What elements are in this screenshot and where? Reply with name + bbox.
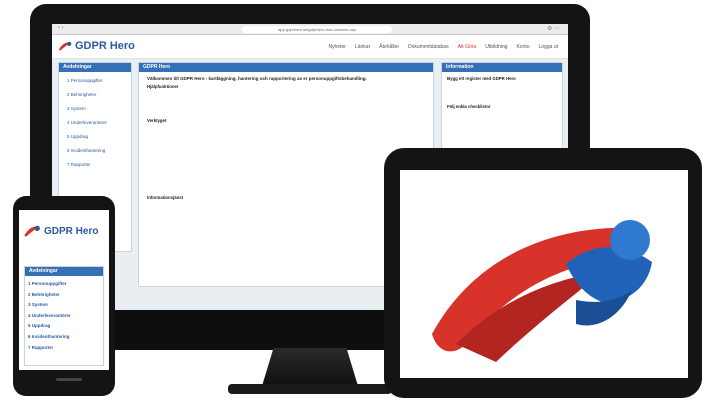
nav-dokumentdatabas[interactable]: Dokumentdatabas <box>408 44 449 50</box>
phone-screen: GDPR Hero Avdelningar 1 Personuppgifter … <box>19 210 109 370</box>
phone-logo-text: GDPR Hero <box>44 225 99 237</box>
info-block-text <box>447 118 557 123</box>
info-block-text <box>447 89 557 94</box>
hero-logo-icon <box>24 225 40 237</box>
address-bar[interactable]: app.gdprhero.se/gdprhero-hos-vardarm.asp <box>242 26 392 33</box>
body-text <box>147 143 425 148</box>
tablet-screen <box>400 170 688 378</box>
body-text <box>147 131 425 136</box>
phone-item-underleverantorer[interactable]: 4 Underleverantörer <box>28 311 103 322</box>
body-text <box>147 103 425 108</box>
phone-item-uppdrag[interactable]: 5 Uppdrag <box>28 321 103 332</box>
departments-panel-title: Avdelningar <box>59 63 131 72</box>
section-heading-tool: Verktyget <box>147 117 167 123</box>
phone-item-rapporter[interactable]: 7 Rapporter <box>28 343 103 354</box>
body-text <box>147 137 425 142</box>
body-text <box>147 91 425 96</box>
info-block-text <box>447 82 557 87</box>
device-mockup-stage: ‹ › app.gdprhero.se/gdprhero-hos-vardarm… <box>0 0 705 400</box>
welcome-title: Välkommen till GDPR Hero - kartläggning,… <box>147 76 367 81</box>
phone-item-personuppgifter[interactable]: 1 Personuppgifter <box>28 279 103 290</box>
body-text <box>147 150 425 155</box>
phone-item-behorigheter[interactable]: 2 Behörigheter <box>28 290 103 301</box>
site-logo[interactable]: GDPR Hero <box>58 40 135 52</box>
browser-tools-icon[interactable]: ⚙ ⋯ <box>547 25 560 32</box>
nav-nyheter[interactable]: Nyheter <box>328 44 346 50</box>
info-panel-header: Information <box>442 63 562 72</box>
phone-home-indicator <box>56 378 82 381</box>
nav-logga-ut[interactable]: Logga ut <box>539 44 558 50</box>
body-text <box>147 97 425 102</box>
phone-departments-panel: Avdelningar 1 Personuppgifter 2 Behörigh… <box>24 266 104 366</box>
body-text <box>147 156 425 161</box>
monitor-stand-base <box>228 384 392 394</box>
site-logo-text: GDPR Hero <box>75 40 135 52</box>
top-navigation: Nyheter Länkar Åtehåller Dokumentdatabas… <box>328 44 558 50</box>
main-panel-header: GDPR Hero <box>139 63 433 72</box>
gdpr-hero-logo-icon <box>432 220 652 362</box>
sidebar-item-rapporter[interactable]: 7 Rapporter <box>67 162 131 176</box>
sidebar-item-underleverantorer[interactable]: 4 Underleverantörer <box>67 120 131 134</box>
phone-departments-title: Avdelningar <box>25 267 103 276</box>
body-text <box>147 125 425 130</box>
hero-logo-icon <box>58 41 72 51</box>
nav-utbildning[interactable]: Utbildning <box>485 44 507 50</box>
nav-att-gora[interactable]: Att Göra <box>458 44 477 50</box>
monitor-stand <box>262 348 358 386</box>
phone-item-incidenthantering[interactable]: 6 Incidenthantering <box>28 332 103 343</box>
phone-item-system[interactable]: 3 System <box>28 300 103 311</box>
sidebar-item-personuppgifter[interactable]: 1 Personuppgifter <box>67 78 131 92</box>
back-forward-icon[interactable]: ‹ › <box>58 25 64 31</box>
nav-atehaller[interactable]: Åtehåller <box>379 44 399 50</box>
info-block-title: Följ enkla checklistor <box>447 104 491 110</box>
info-block-text <box>447 97 557 102</box>
section-heading-help: Hjälpfunktioner <box>147 84 179 89</box>
info-block-text <box>447 110 557 115</box>
info-block-title: Bygg ett register med GDPR Hero <box>447 76 516 81</box>
sidebar-item-system[interactable]: 3 System <box>67 106 131 120</box>
site-header: GDPR Hero Nyheter Länkar Åtehåller Dokum… <box>52 35 568 59</box>
sidebar-item-uppdrag[interactable]: 5 Uppdrag <box>67 134 131 148</box>
sidebar-item-behorigheter[interactable]: 2 Behörigheter <box>67 92 131 106</box>
browser-toolbar: ‹ › app.gdprhero.se/gdprhero-hos-vardarm… <box>52 24 568 35</box>
nav-lankar[interactable]: Länkar <box>355 44 370 50</box>
sidebar-item-incidenthantering[interactable]: 6 Incidenthantering <box>67 148 131 162</box>
nav-konto[interactable]: Konto <box>516 44 529 50</box>
body-text <box>147 110 425 115</box>
phone-site-logo[interactable]: GDPR Hero <box>23 224 98 238</box>
